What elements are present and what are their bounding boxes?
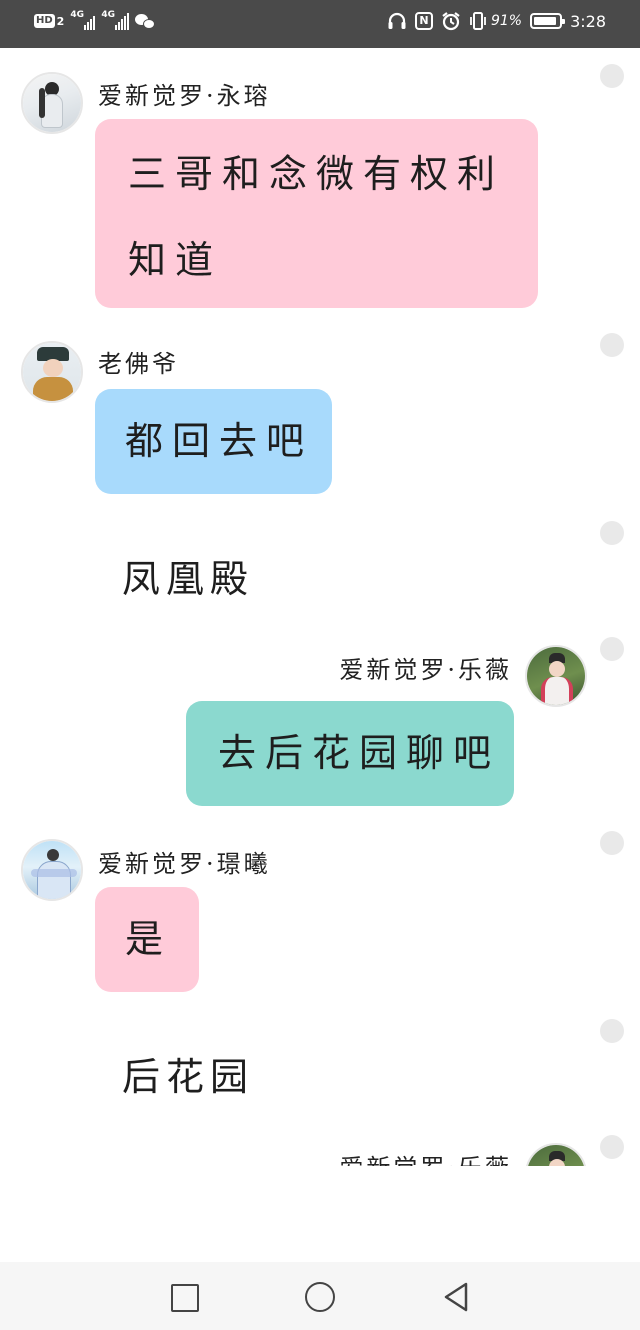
message-text[interactable]: 凤凰殿 xyxy=(122,548,254,603)
message-text[interactable]: 后花园 xyxy=(122,1046,254,1101)
avatar[interactable] xyxy=(525,645,587,707)
nfc-icon: N xyxy=(414,12,433,30)
status-bar: HD 2 4G 4G N 91% 3:28 xyxy=(0,0,640,48)
status-bar-left: HD 2 4G 4G xyxy=(34,10,156,30)
chat-message: 爱新觉罗·乐薇 xyxy=(0,1134,640,1166)
select-dot[interactable] xyxy=(600,1135,624,1159)
avatar[interactable] xyxy=(21,72,83,134)
select-dot[interactable] xyxy=(600,521,624,545)
chat-area[interactable]: 爱新觉罗·永瑢 三哥和念微有权利 知道 老佛爷 都回去吧 凤凰殿 爱新觉罗·乐薇 xyxy=(0,48,640,1166)
navigation-bar xyxy=(0,1262,640,1330)
clock: 3:28 xyxy=(570,11,606,31)
signal-network-label: 4G xyxy=(101,10,115,20)
battery-icon xyxy=(530,13,566,29)
message-bubble[interactable]: 三哥和念微有权利 知道 xyxy=(95,119,538,308)
hd-icon: HD xyxy=(34,14,55,28)
select-dot[interactable] xyxy=(600,831,624,855)
wechat-icon xyxy=(135,13,156,29)
alarm-icon xyxy=(442,12,460,31)
sender-name: 爱新觉罗·乐薇 xyxy=(339,1148,512,1166)
chat-message: 爱新觉罗·永瑢 三哥和念微有权利 知道 xyxy=(0,62,640,322)
signal-icon: 4G xyxy=(101,10,130,30)
back-icon[interactable] xyxy=(440,1280,474,1314)
select-dot[interactable] xyxy=(600,1019,624,1043)
avatar[interactable] xyxy=(21,839,83,901)
sender-name: 老佛爷 xyxy=(98,350,179,378)
message-text-line: 知道 xyxy=(128,238,223,282)
select-dot[interactable] xyxy=(600,637,624,661)
headphones-icon xyxy=(388,12,406,29)
home-icon[interactable] xyxy=(303,1280,337,1314)
signal-network-label: 4G xyxy=(70,10,84,20)
select-dot[interactable] xyxy=(600,333,624,357)
sender-name: 爱新觉罗·永瑢 xyxy=(98,82,271,110)
avatar[interactable] xyxy=(525,1143,587,1166)
avatar[interactable] xyxy=(21,341,83,403)
message-bubble[interactable]: 去后花园聊吧 xyxy=(186,701,514,806)
sim-number: 2 xyxy=(56,14,65,28)
chat-message: 凤凰殿 xyxy=(0,518,640,628)
chat-message: 老佛爷 都回去吧 xyxy=(0,332,640,512)
sender-name: 爱新觉罗·璟曦 xyxy=(98,850,271,878)
sender-name: 爱新觉罗·乐薇 xyxy=(339,656,512,684)
recent-apps-icon[interactable] xyxy=(167,1280,201,1314)
select-dot[interactable] xyxy=(600,64,624,88)
chat-message: 后花园 xyxy=(0,1016,640,1126)
battery-percent: 91% xyxy=(490,13,523,29)
message-text-line: 三哥和念微有权利 xyxy=(128,152,505,196)
chat-message: 爱新觉罗·璟曦 是 xyxy=(0,830,640,1010)
message-bubble[interactable]: 都回去吧 xyxy=(95,389,332,494)
message-bubble[interactable]: 是 xyxy=(95,887,199,992)
chat-message: 爱新觉罗·乐薇 去后花园聊吧 xyxy=(0,636,640,816)
vibrate-icon xyxy=(470,12,486,30)
signal-icon: 4G xyxy=(70,10,96,30)
status-bar-right: N 91% 3:28 xyxy=(387,11,606,31)
